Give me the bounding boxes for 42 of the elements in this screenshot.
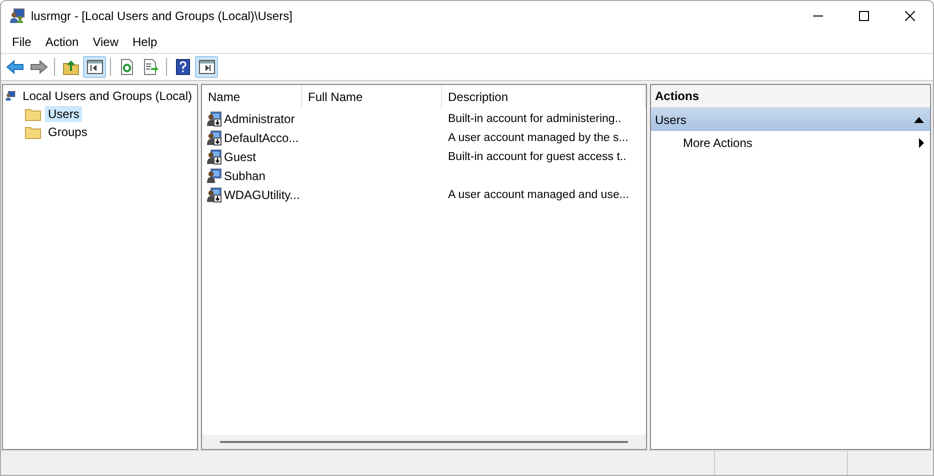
menu-item[interactable]: View xyxy=(86,35,126,49)
maximize-icon xyxy=(859,11,869,21)
toolbar-button[interactable] xyxy=(195,56,218,78)
tree-item[interactable]: Groups xyxy=(45,124,90,140)
scrollbar-thumb[interactable] xyxy=(220,441,628,443)
user-icon xyxy=(206,168,222,184)
disabled-user-icon xyxy=(206,186,222,202)
user-description: Built-in account for administering.. xyxy=(448,112,622,124)
user-name[interactable]: Subhan xyxy=(224,168,266,182)
user-description: Built-in account for guest access t.. xyxy=(448,150,626,162)
pane-toggle-icon xyxy=(86,59,102,75)
forward-arrow-icon xyxy=(30,59,48,75)
user-description: A user account managed and use... xyxy=(448,188,629,200)
folder-icon xyxy=(25,125,41,139)
collapse-triangle-icon xyxy=(914,116,924,122)
action-item[interactable]: More Actions xyxy=(651,131,930,155)
column-header[interactable]: Name xyxy=(202,85,302,109)
user-description: A user account managed by the s... xyxy=(448,132,628,144)
disabled-user-icon xyxy=(206,148,222,164)
menu-item[interactable]: Action xyxy=(38,35,86,49)
column-header[interactable]: Full Name xyxy=(302,85,442,109)
folder-up-icon xyxy=(62,59,78,75)
folder-icon xyxy=(25,107,41,121)
submenu-arrow-icon xyxy=(919,138,924,148)
back-arrow-icon xyxy=(6,59,24,75)
close-icon xyxy=(905,11,915,21)
column-header[interactable]: Description xyxy=(442,85,646,109)
window-title: lusrmgr - [Local Users and Groups (Local)\Users] xyxy=(31,9,294,23)
menu-item[interactable]: Help xyxy=(126,35,164,49)
tree-item[interactable]: Users xyxy=(45,106,82,122)
disabled-user-icon xyxy=(206,110,222,126)
computer-users-icon xyxy=(9,8,25,24)
export-list-icon xyxy=(142,59,158,75)
menu-item[interactable]: File xyxy=(5,35,38,49)
actions-header: Actions xyxy=(651,85,930,108)
tree-item[interactable]: Local Users and Groups (Local) xyxy=(20,88,195,104)
help-icon xyxy=(176,59,190,75)
action-pane-toggle-icon xyxy=(198,59,214,75)
disabled-user-icon xyxy=(206,130,222,146)
toolbar-button[interactable] xyxy=(83,56,106,78)
refresh-icon xyxy=(118,59,134,75)
actions-section-header[interactable]: Users xyxy=(651,108,930,131)
